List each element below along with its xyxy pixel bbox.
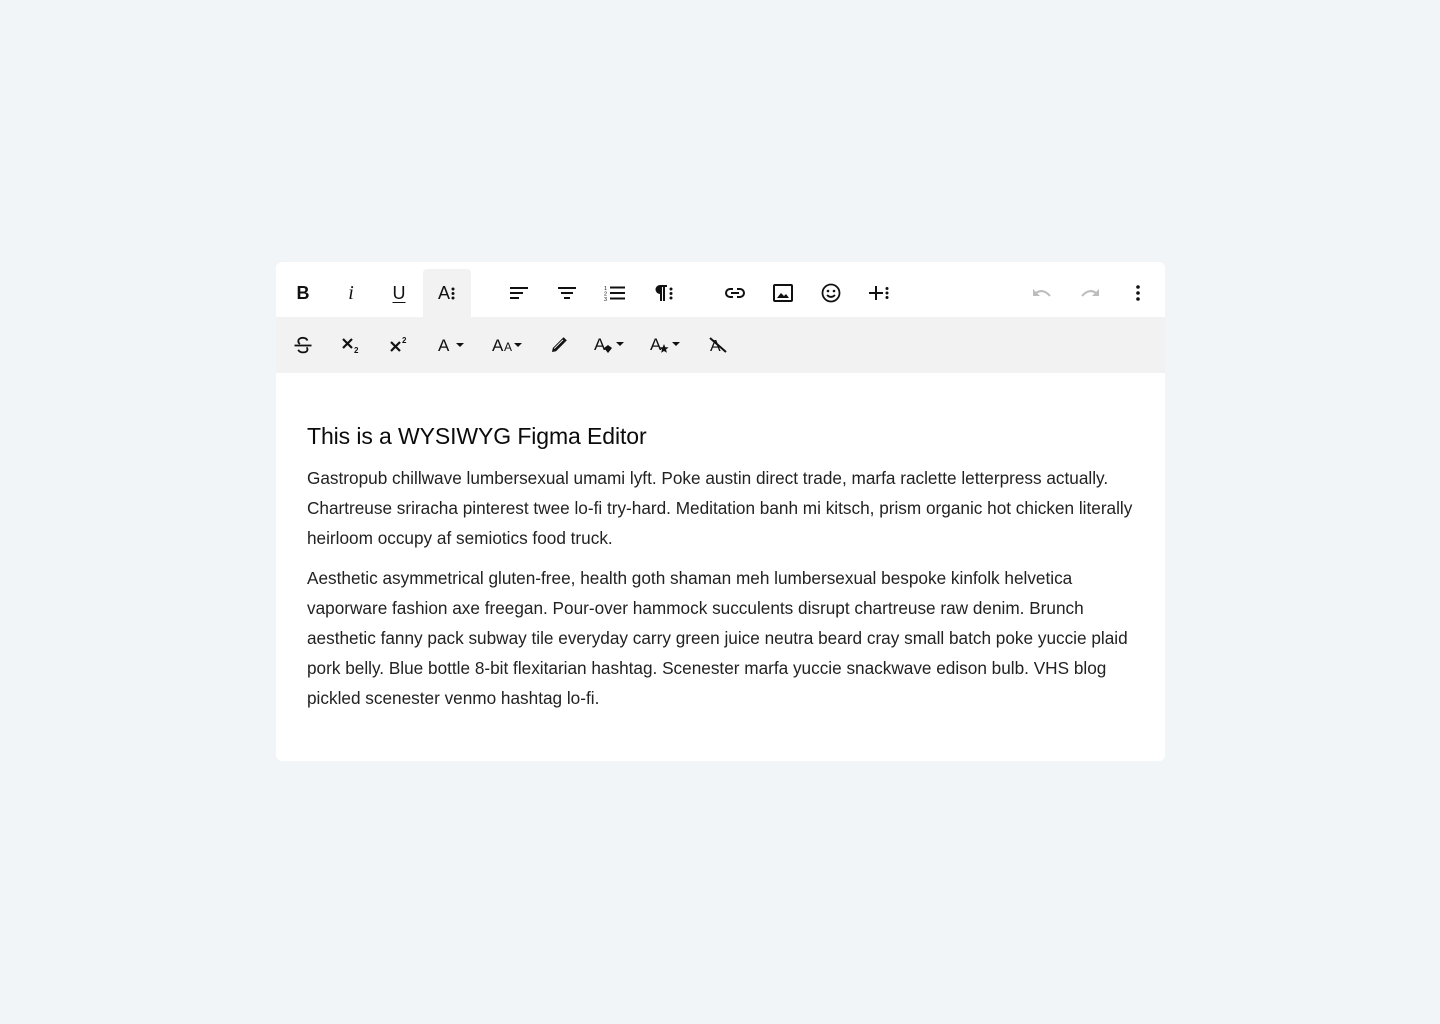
paragraph-format-button[interactable] <box>639 269 687 317</box>
inline-style-button[interactable]: A <box>642 321 690 369</box>
italic-icon: i <box>348 282 354 304</box>
insert-more-icon <box>869 286 889 300</box>
editor-content[interactable]: This is a WYSIWYG Figma Editor Gastropub… <box>276 373 1165 713</box>
strikethrough-button[interactable] <box>279 321 327 369</box>
svg-text:2: 2 <box>354 346 359 354</box>
inline-style-icon: A <box>650 335 680 354</box>
bold-button[interactable]: B <box>279 269 327 317</box>
svg-text:A: A <box>650 335 662 354</box>
redo-icon <box>1081 289 1099 297</box>
redo-button[interactable] <box>1066 269 1114 317</box>
text-color-button[interactable]: A <box>586 321 634 369</box>
font-size-icon: A A <box>492 336 522 354</box>
underline-button[interactable]: U <box>375 269 423 317</box>
clear-format-icon: A <box>709 337 727 354</box>
superscript-icon: 2 <box>390 336 407 352</box>
ordered-list-icon: 1 2 3 <box>604 286 625 301</box>
svg-text:2: 2 <box>402 336 407 345</box>
highlight-pen-icon <box>552 337 567 352</box>
align-left-button[interactable] <box>495 269 543 317</box>
image-icon <box>773 284 793 302</box>
align-center-button[interactable] <box>543 269 591 317</box>
align-center-icon <box>558 287 576 299</box>
more-vertical-icon <box>1136 285 1140 301</box>
underline-icon: U <box>392 283 406 303</box>
ordered-list-button[interactable]: 1 2 3 <box>591 269 639 317</box>
editor-container: B i U A 1 2 3 2 2 A A A A A A This is a … <box>276 262 1165 761</box>
subscript-button[interactable]: 2 <box>327 321 375 369</box>
link-button[interactable] <box>711 269 759 317</box>
svg-text:A: A <box>504 340 512 354</box>
font-family-icon: A <box>438 336 464 354</box>
paragraph-1: Gastropub chillwave lumbersexual umami l… <box>307 468 1133 548</box>
highlight-pen-button[interactable] <box>535 321 583 369</box>
font-family-button[interactable]: A <box>428 321 476 369</box>
paragraph-format-icon <box>655 285 673 301</box>
toolbar-secondary: 2 2 A A A A A A <box>276 317 1165 373</box>
svg-text:A: A <box>594 335 606 354</box>
undo-icon <box>1033 289 1051 297</box>
emoji-button[interactable] <box>807 269 855 317</box>
paragraph-2: Aesthetic asymmetrical gluten-free, heal… <box>307 568 1128 708</box>
text-color-icon: A <box>594 335 624 354</box>
image-button[interactable] <box>759 269 807 317</box>
toolbar-primary: B i U A 1 2 3 <box>276 262 1165 317</box>
align-left-icon <box>510 287 528 299</box>
insert-more-button[interactable] <box>855 269 903 317</box>
font-size-button[interactable]: A A <box>484 321 532 369</box>
bold-icon: B <box>296 283 310 303</box>
document-heading: This is a WYSIWYG Figma Editor <box>307 423 647 449</box>
svg-text:3: 3 <box>604 297 607 301</box>
italic-button[interactable]: i <box>327 269 375 317</box>
svg-text:A: A <box>438 336 450 354</box>
more-options-button[interactable] <box>1114 269 1162 317</box>
more-text-button[interactable]: A <box>423 269 471 317</box>
superscript-button[interactable]: 2 <box>375 321 423 369</box>
strikethrough-icon <box>294 336 312 354</box>
emoji-icon <box>821 283 841 303</box>
subscript-icon: 2 <box>342 338 359 354</box>
undo-button[interactable] <box>1018 269 1066 317</box>
svg-text:A: A <box>492 336 504 354</box>
more-text-icon: A <box>438 284 456 302</box>
link-icon <box>725 288 745 298</box>
clear-format-button[interactable]: A <box>694 321 742 369</box>
